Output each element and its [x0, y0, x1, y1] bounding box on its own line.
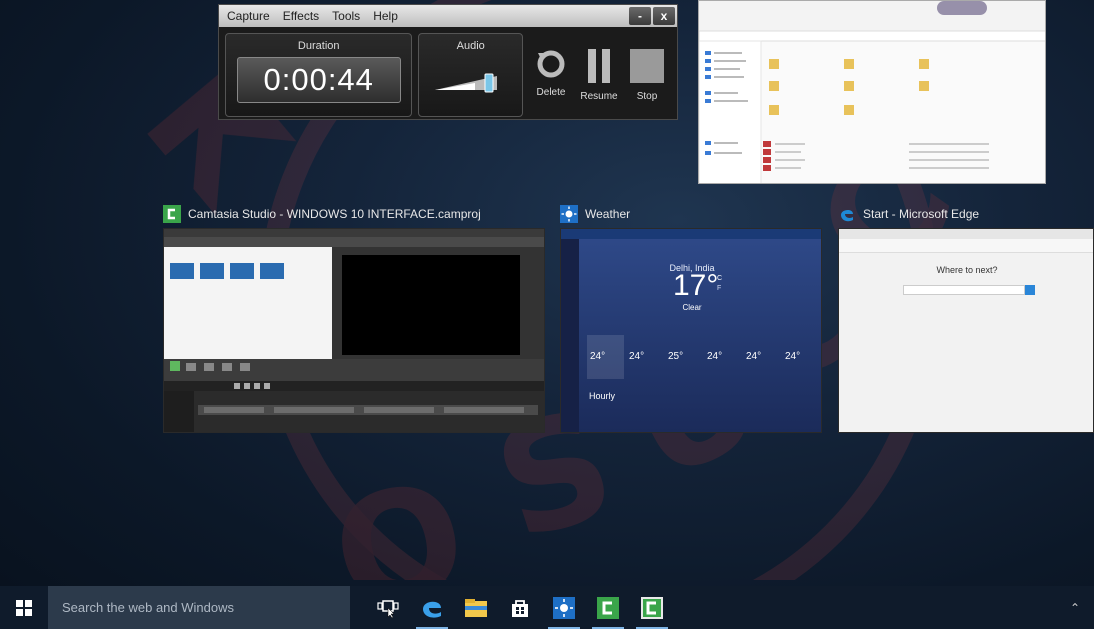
weather-hourly-label: Hourly: [589, 391, 616, 401]
store-icon: [512, 599, 528, 617]
weather-unit-c[interactable]: C: [717, 275, 722, 282]
forecast-day[interactable]: 24°: [782, 335, 819, 379]
edge-title-text: Start - Microsoft Edge: [863, 207, 980, 221]
taskbar-edge-button[interactable]: [410, 586, 454, 629]
show-hidden-icons-chevron-icon[interactable]: ⌃: [1070, 601, 1080, 615]
edge-toolbar: [839, 239, 1093, 253]
task-view-button[interactable]: [366, 586, 410, 629]
camtasia-studio-icon: [641, 596, 663, 619]
taskbar-store-button[interactable]: [498, 586, 542, 629]
edge-window-title[interactable]: Start - Microsoft Edge: [838, 205, 979, 223]
pause-icon: [588, 49, 610, 83]
camtasia-window-thumbnail[interactable]: [163, 228, 545, 433]
minimize-button[interactable]: -: [629, 7, 651, 25]
search-box[interactable]: Search the web and Windows: [48, 586, 350, 629]
search-placeholder: Search the web and Windows: [62, 600, 234, 615]
resume-label: Resume: [580, 91, 618, 102]
menu-capture[interactable]: Capture: [227, 9, 270, 23]
forecast-day[interactable]: 24°: [587, 335, 624, 379]
task-view-icon: [377, 599, 399, 618]
menu-help[interactable]: Help: [373, 9, 398, 23]
forecast-temp: 24°: [590, 351, 606, 362]
weather-icon: [560, 205, 578, 223]
camtasia-recorder-icon: [597, 596, 619, 619]
stop-button[interactable]: Stop: [623, 33, 671, 117]
camtasia-preview: [164, 229, 544, 432]
menu-tools[interactable]: Tools: [332, 9, 360, 23]
camtasia-title-text: Camtasia Studio - WINDOWS 10 INTERFACE.c…: [188, 207, 481, 221]
duration-panel: Duration 0:00:44: [225, 33, 413, 117]
recorder-menubar: Capture Effects Tools Help - x: [219, 5, 677, 27]
edge-icon: [423, 601, 441, 618]
taskbar-weather-button[interactable]: [542, 586, 586, 629]
camtasia-icon: [163, 205, 181, 223]
resume-button[interactable]: Resume: [575, 33, 623, 117]
stop-label: Stop: [636, 91, 658, 102]
forecast-temp: 24°: [746, 351, 762, 362]
taskbar-file-explorer-button[interactable]: [454, 586, 498, 629]
close-button[interactable]: x: [653, 7, 675, 25]
start-button[interactable]: [0, 586, 48, 629]
edge-search-button[interactable]: [1025, 285, 1035, 295]
taskbar-camtasia-studio-button[interactable]: [630, 586, 674, 629]
file-explorer-icon: [465, 598, 487, 617]
edge-tabbar: [839, 229, 1093, 239]
weather-icon: [553, 596, 575, 619]
edge-icon: [838, 205, 856, 223]
forecast-day[interactable]: 24°: [626, 335, 663, 379]
duration-timer: 0:00:44: [236, 57, 401, 103]
windows-logo-icon: [16, 599, 32, 616]
audio-label: Audio: [456, 40, 485, 52]
weather-titlebar: [561, 229, 821, 239]
weather-condition: Clear: [682, 303, 702, 312]
delete-icon: [537, 50, 565, 78]
forecast-temp: 24°: [629, 351, 645, 362]
audio-level-slider[interactable]: [433, 70, 507, 94]
taskbar-camtasia-recorder-button[interactable]: [586, 586, 630, 629]
camtasia-recorder-window: Capture Effects Tools Help - x Duration …: [218, 4, 678, 120]
forecast-temp: 24°: [707, 351, 723, 362]
edge-search-input[interactable]: [903, 285, 1025, 295]
svg-text:O: O: [319, 449, 480, 580]
duration-label: Duration: [297, 40, 340, 52]
camtasia-window-title[interactable]: Camtasia Studio - WINDOWS 10 INTERFACE.c…: [163, 205, 481, 223]
weather-forecast-strip: 24° 24° 25° 24° 24° 24°: [587, 335, 819, 379]
weather-window-title[interactable]: Weather: [560, 205, 630, 223]
forecast-day[interactable]: 25°: [665, 335, 702, 379]
forecast-day[interactable]: 24°: [743, 335, 780, 379]
edge-heading: Where to next?: [936, 265, 998, 275]
delete-button[interactable]: Delete: [527, 33, 575, 117]
weather-window-thumbnail[interactable]: Delhi, India 17° C F Clear 24° 24° 25° 2…: [560, 228, 822, 433]
menu-effects[interactable]: Effects: [283, 9, 319, 23]
weather-title-text: Weather: [585, 207, 631, 221]
edge-window-thumbnail[interactable]: Where to next?: [838, 228, 1094, 433]
audio-panel: Audio: [418, 33, 523, 117]
taskbar: Search the web and Windows ⌃: [0, 586, 1094, 629]
forecast-day[interactable]: 24°: [704, 335, 741, 379]
weather-temperature: 17°: [673, 269, 719, 302]
file-explorer-preview: [699, 1, 1045, 183]
forecast-temp: 25°: [668, 351, 684, 362]
forecast-temp: 24°: [785, 351, 801, 362]
file-explorer-thumbnail[interactable]: [698, 0, 1046, 184]
weather-unit-f[interactable]: F: [717, 285, 721, 292]
stop-icon: [630, 49, 664, 83]
delete-label: Delete: [536, 87, 566, 98]
